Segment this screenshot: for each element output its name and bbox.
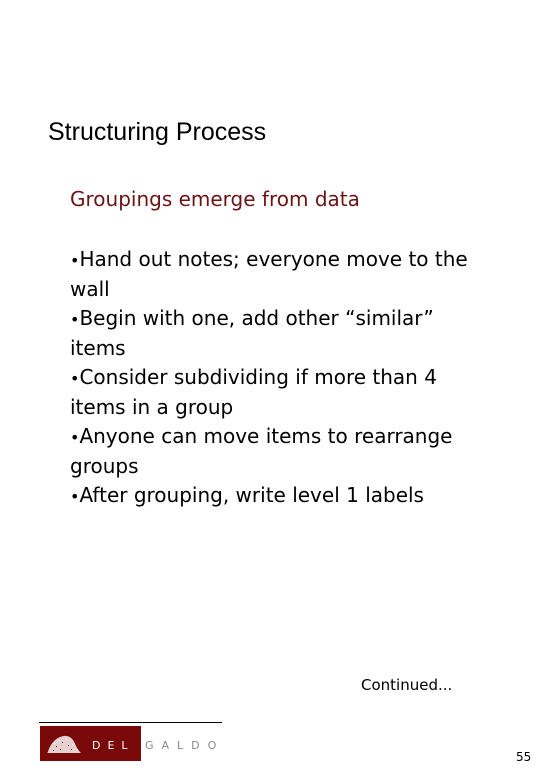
delgaldo-logo: DEL GALDO bbox=[39, 722, 224, 762]
logo-red-block: DEL bbox=[40, 726, 141, 761]
slide-title: Structuring Process bbox=[48, 118, 267, 146]
bullet-item: •Hand out notes; everyone move to the wa… bbox=[70, 245, 490, 304]
logo-text-galdo: GALDO bbox=[145, 739, 225, 752]
bullet-text: After grouping, write level 1 labels bbox=[79, 483, 424, 507]
logo-text-del: DEL bbox=[92, 739, 135, 752]
bullet-item: •Begin with one, add other “similar” ite… bbox=[70, 304, 490, 363]
bullet-text: Hand out notes; everyone move to the wal… bbox=[70, 247, 468, 301]
bullet-list: •Hand out notes; everyone move to the wa… bbox=[70, 245, 490, 511]
logo-divider bbox=[39, 722, 222, 723]
bullet-text: Begin with one, add other “similar” item… bbox=[70, 306, 434, 360]
bullet-item: •Anyone can move items to rearrange grou… bbox=[70, 422, 490, 481]
slide-subtitle: Groupings emerge from data bbox=[70, 187, 360, 211]
continued-label: Continued... bbox=[361, 676, 453, 694]
bullet-text: Anyone can move items to rearrange group… bbox=[70, 424, 453, 478]
logo-speckle-icon bbox=[47, 735, 81, 753]
bullet-text: Consider subdividing if more than 4 item… bbox=[70, 365, 437, 419]
bullet-item: •After grouping, write level 1 labels bbox=[70, 481, 490, 511]
page-number: 55 bbox=[516, 750, 532, 764]
bullet-item: •Consider subdividing if more than 4 ite… bbox=[70, 363, 490, 422]
